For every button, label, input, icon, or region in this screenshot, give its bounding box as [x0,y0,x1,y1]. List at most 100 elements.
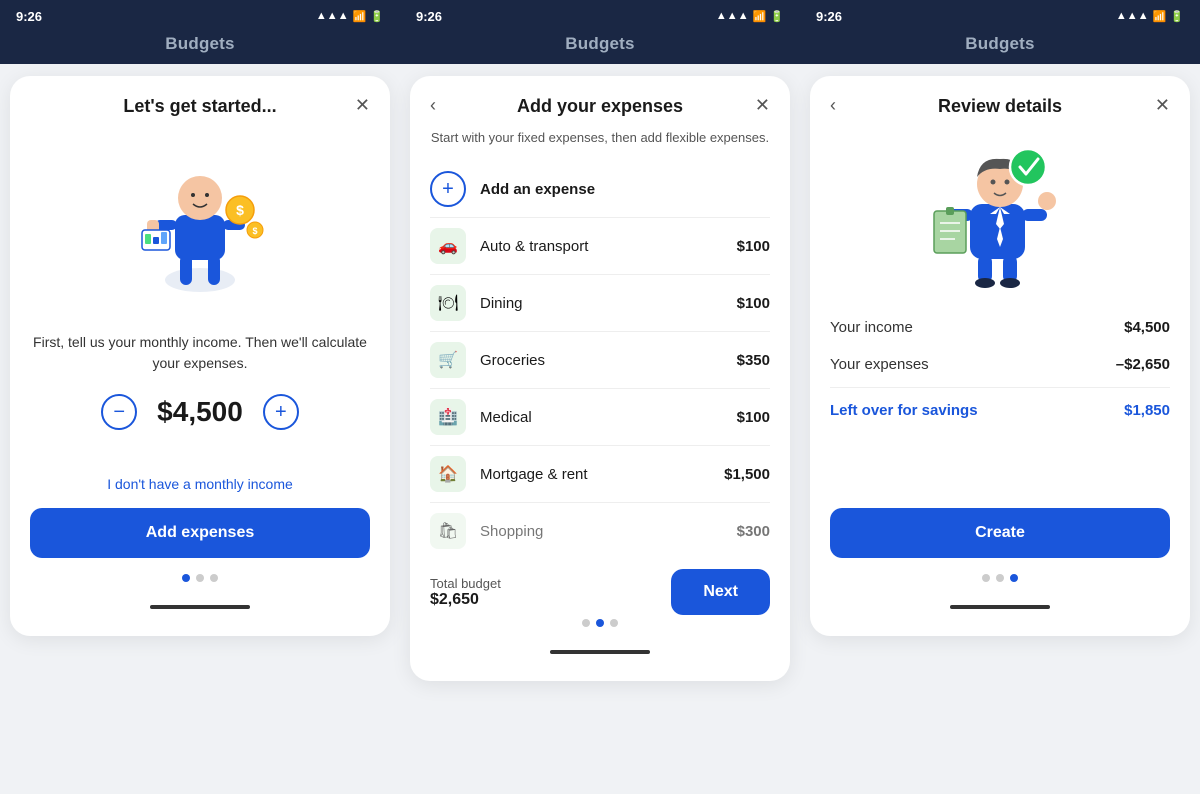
expense-item-1[interactable]: 🍽 Dining $100 [430,275,770,332]
expense-amount-1: $100 [737,295,770,312]
expense-name-0: Auto & transport [480,238,723,255]
card-header-2: ‹ Add your expenses ✕ [430,96,770,117]
expenses-subtitle: Start with your fixed expenses, then add… [430,129,770,147]
time-3: 9:26 [816,9,842,24]
home-indicator-3 [830,590,1170,620]
signal-icon-3: ▲▲▲ [1116,10,1149,22]
svg-text:$: $ [252,226,257,236]
panel1-illustration: $ $ [30,129,370,332]
status-bar-1: 9:26 ▲▲▲ 📶 🔋 [0,0,400,28]
increase-button[interactable]: + [263,394,299,430]
expenses-review-row: Your expenses –$2,650 [830,346,1170,383]
groceries-icon: 🛒 [430,342,466,378]
bottom-bar-2: Total budget $2,650 Next [430,569,770,615]
card-title-2: Add your expenses [517,96,683,117]
expense-item-3[interactable]: 🏥 Medical $100 [430,389,770,446]
phone-content-2: ‹ Add your expenses ✕ Start with your fi… [400,64,800,794]
review-income-label: Your income [830,319,913,336]
close-button-3[interactable]: ✕ [1155,96,1170,114]
battery-icon-2: 🔋 [770,10,784,23]
dot-1-active [182,574,190,582]
panel-2: 9:26 ▲▲▲ 📶 🔋 Budgets ‹ Add your expenses… [400,0,800,794]
review-svg [920,139,1080,289]
review-savings-value: $1,850 [1124,402,1170,419]
close-button-1[interactable]: ✕ [355,96,370,114]
app-title-2: Budgets [565,34,634,53]
medical-icon: 🏥 [430,399,466,435]
status-bar-2: 9:26 ▲▲▲ 📶 🔋 [400,0,800,28]
home-indicator-1 [30,590,370,620]
no-income-link[interactable]: I don't have a monthly income [30,476,370,492]
card-1: Let's get started... ✕ [10,76,390,636]
total-budget-value: $2,650 [430,591,501,609]
card-2: ‹ Add your expenses ✕ Start with your fi… [410,76,790,681]
shopping-icon: 🛍 [430,513,466,549]
add-expense-row[interactable]: + Add an expense [430,161,770,218]
back-button-2[interactable]: ‹ [430,96,436,114]
status-icons-2: ▲▲▲ 📶 🔋 [716,10,784,23]
expense-name-3: Medical [480,409,723,426]
back-button-3[interactable]: ‹ [830,96,836,114]
income-review-row: Your income $4,500 [830,309,1170,346]
expense-name-2: Groceries [480,352,723,369]
expense-name-4: Mortgage & rent [480,466,710,483]
review-illustration [830,139,1170,289]
dot-2-1 [582,619,590,627]
expense-item-5[interactable]: 🛍 Shopping $300 [430,503,770,559]
illustration-svg-1: $ $ [120,160,280,300]
review-expenses-value: –$2,650 [1116,356,1170,373]
create-button[interactable]: Create [830,508,1170,558]
expense-amount-4: $1,500 [724,466,770,483]
card-title-3: Review details [938,96,1062,117]
expense-amount-3: $100 [737,409,770,426]
total-budget: Total budget $2,650 [430,576,501,609]
wifi-icon-3: 📶 [1153,10,1167,23]
expense-amount-0: $100 [737,238,770,255]
review-savings-label: Left over for savings [830,402,978,419]
wifi-icon-1: 📶 [353,10,367,23]
add-expense-label: Add an expense [480,181,595,198]
signal-icon-2: ▲▲▲ [716,10,749,22]
card-header-3: ‹ Review details ✕ [830,96,1170,117]
expense-item-0[interactable]: 🚗 Auto & transport $100 [430,218,770,275]
decrease-button[interactable]: − [101,394,137,430]
wifi-icon-2: 📶 [753,10,767,23]
home-bar-1 [150,605,250,609]
time-1: 9:26 [16,9,42,24]
dot-3-active [1010,574,1018,582]
time-2: 9:26 [416,9,442,24]
card-3: ‹ Review details ✕ [810,76,1190,636]
close-button-2[interactable]: ✕ [755,96,770,114]
dot-1-3 [210,574,218,582]
dot-3-1 [982,574,990,582]
income-value: $4,500 [157,396,243,428]
expense-amount-5: $300 [737,523,770,540]
card-title-1: Let's get started... [123,96,276,117]
home-bar-3 [950,605,1050,609]
total-budget-label: Total budget [430,576,501,591]
phone-content-1: Let's get started... ✕ [0,64,400,794]
svg-text:$: $ [236,202,244,218]
pagination-dots-1 [30,574,370,582]
add-expense-icon: + [430,171,466,207]
nav-bar-3: Budgets [800,28,1200,64]
review-divider [830,387,1170,388]
battery-icon-1: 🔋 [370,10,384,23]
nav-bar-2: Budgets [400,28,800,64]
dot-3-2 [996,574,1004,582]
add-expenses-button[interactable]: Add expenses [30,508,370,558]
app-title-3: Budgets [965,34,1034,53]
pagination-dots-3 [830,574,1170,582]
expense-item-2[interactable]: 🛒 Groceries $350 [430,332,770,389]
expense-item-4[interactable]: 🏠 Mortgage & rent $1,500 [430,446,770,503]
review-expenses-label: Your expenses [830,356,929,373]
home-bar-2 [550,650,650,654]
signal-icon-1: ▲▲▲ [316,10,349,22]
expense-amount-2: $350 [737,352,770,369]
panel1-description: First, tell us your monthly income. Then… [30,332,370,374]
next-button[interactable]: Next [671,569,770,615]
nav-bar-1: Budgets [0,28,400,64]
expense-name-5: Shopping [480,523,723,540]
pagination-dots-2 [430,619,770,627]
status-bar-3: 9:26 ▲▲▲ 📶 🔋 [800,0,1200,28]
